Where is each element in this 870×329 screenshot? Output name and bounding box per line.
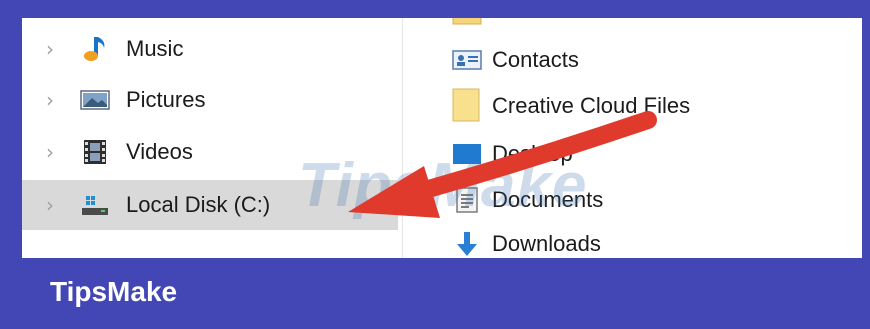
chevron-right-icon[interactable]: › xyxy=(46,88,54,112)
music-note-icon xyxy=(84,37,105,61)
folder-icon xyxy=(452,88,480,122)
brand-footer: TipsMake xyxy=(0,258,870,329)
watermark-text: TipsMake xyxy=(298,151,588,220)
pictures-icon xyxy=(80,90,110,110)
local-disk-icon xyxy=(82,196,108,215)
contacts-icon xyxy=(452,50,482,70)
nav-item-label: Local Disk (C:) xyxy=(126,192,271,217)
file-item-label: Creative Cloud Files xyxy=(492,93,691,118)
file-explorer-window: › Music › Pictures › Videos › Local Disk… xyxy=(22,18,862,258)
frame-left-border xyxy=(0,0,22,258)
nav-item-label: Music xyxy=(126,36,184,61)
pane-divider xyxy=(402,18,403,258)
nav-item-label: Videos xyxy=(126,139,193,164)
chevron-right-icon[interactable]: › xyxy=(46,140,54,164)
folder-icon xyxy=(452,18,482,25)
downloads-icon xyxy=(457,232,477,256)
nav-item-label: Pictures xyxy=(126,87,206,112)
chevron-right-icon[interactable]: › xyxy=(46,37,54,61)
file-item-label: Downloads xyxy=(492,231,601,256)
frame-top-border xyxy=(0,0,870,18)
chevron-right-icon[interactable]: › xyxy=(46,193,54,217)
file-item-label: Contacts xyxy=(492,47,579,72)
nav-item-pictures[interactable]: › Pictures xyxy=(22,75,398,125)
videos-icon xyxy=(84,140,106,164)
frame-right-border xyxy=(862,0,870,258)
brand-logo-text: TipsMake xyxy=(50,276,178,307)
nav-item-music[interactable]: › Music xyxy=(22,24,398,74)
